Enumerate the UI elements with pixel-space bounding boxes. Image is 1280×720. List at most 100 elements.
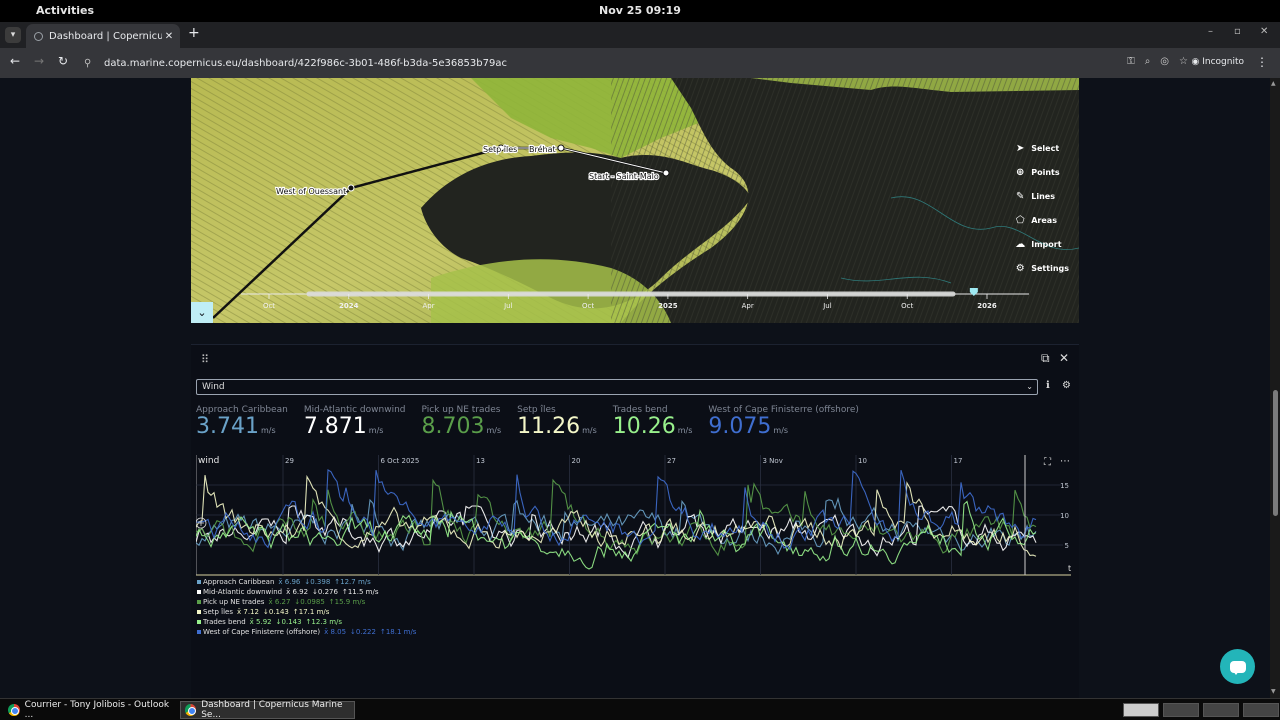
workspace-2[interactable] xyxy=(1163,703,1199,717)
chat-support-button[interactable] xyxy=(1220,649,1255,684)
eye-off-icon[interactable]: ◎ xyxy=(1160,56,1169,67)
scroll-up-icon[interactable]: ▲ xyxy=(1271,80,1276,87)
map-tool-import[interactable]: ☁ Import xyxy=(1014,236,1069,252)
minimize-window-icon[interactable]: – xyxy=(1208,26,1213,37)
wind-map[interactable]: West of Ouessant Setp îles Bréhat Start … xyxy=(191,78,1079,323)
map-tool-select[interactable]: ➤ Select xyxy=(1014,140,1069,156)
close-panel-icon[interactable]: ✕ xyxy=(1059,351,1069,365)
legend-item[interactable]: Setp îles x̄ 7.12 ↓0.143 ↑17.1 m/s xyxy=(197,607,420,617)
close-window-icon[interactable]: ✕ xyxy=(1260,26,1268,37)
legend-swatch xyxy=(197,610,201,614)
variable-select[interactable]: Wind ⌄ xyxy=(196,379,1038,395)
waypoint-marker-brehat[interactable] xyxy=(557,144,565,152)
new-tab-plus-icon[interactable]: + xyxy=(188,25,200,41)
bookmark-star-icon[interactable]: ☆ xyxy=(1179,56,1188,67)
workspace-4[interactable] xyxy=(1243,703,1279,717)
polygon-icon: ⬠ xyxy=(1015,214,1025,226)
os-taskbar: Courrier - Tony Jolibois - Outlook ... D… xyxy=(0,698,1280,720)
timeline-tick-label: Jul xyxy=(503,302,513,310)
system-clock[interactable]: Nov 25 09:19 xyxy=(0,4,1280,17)
taskbar-item-label: Courrier - Tony Jolibois - Outlook ... xyxy=(24,700,170,720)
stat-3: Setp îles 11.26 m/s xyxy=(517,405,597,439)
legend-name: Pick up NE trades xyxy=(203,598,265,606)
map-tool-settings[interactable]: ⚙ Settings xyxy=(1014,260,1069,276)
incognito-indicator[interactable]: ◉ Incognito xyxy=(1192,57,1244,67)
browser-menu-icon[interactable]: ⋮ xyxy=(1256,55,1268,69)
legend-max: ↑18.1 m/s xyxy=(379,628,417,636)
stat-value: 3.741 xyxy=(196,414,259,439)
series-line xyxy=(196,496,1037,556)
taskbar-item-outlook[interactable]: Courrier - Tony Jolibois - Outlook ... xyxy=(4,700,176,720)
legend-min: ↓0.0985 xyxy=(294,598,325,606)
forward-arrow-icon[interactable]: → xyxy=(34,54,44,68)
x-tick-label: 13 xyxy=(476,457,485,465)
workspace-1[interactable] xyxy=(1123,703,1159,717)
legend-name: West of Cape Finisterre (offshore) xyxy=(203,628,321,636)
tab-search-chevron-icon[interactable]: ▾ xyxy=(5,27,21,43)
collapse-map-chevron-icon[interactable]: ⌄ xyxy=(191,302,213,323)
key-icon[interactable]: ⚿ xyxy=(1127,56,1135,67)
info-icon[interactable]: ℹ xyxy=(1046,380,1050,391)
page-scrollbar[interactable]: ▲ ▼ xyxy=(1270,78,1280,698)
map-canvas[interactable]: West of Ouessant Setp îles Bréhat Start … xyxy=(191,78,1079,323)
chrome-icon xyxy=(8,704,20,716)
legend-item[interactable]: West of Cape Finisterre (offshore) x̄ 8.0… xyxy=(197,627,420,637)
url-text: data.marine.copernicus.eu/dashboard/422f… xyxy=(104,57,507,69)
back-arrow-icon[interactable]: ← xyxy=(10,54,20,68)
map-tool-label: Import xyxy=(1031,239,1062,249)
pencil-icon: ✎ xyxy=(1016,190,1025,202)
map-tool-label: Settings xyxy=(1031,263,1069,273)
time-axis-label: t xyxy=(1068,564,1071,573)
stat-2: Pick up NE trades 8.703 m/s xyxy=(422,405,502,439)
timeline-tick-label: Jul xyxy=(822,302,832,310)
drag-handle-icon[interactable]: ⠿ xyxy=(201,353,209,366)
land-wind-streaks xyxy=(611,78,1079,323)
duplicate-panel-icon[interactable]: ⧉ xyxy=(1041,351,1050,366)
reload-icon[interactable]: ↻ xyxy=(58,54,68,68)
variable-select-value: Wind xyxy=(202,382,225,392)
close-tab-icon[interactable]: ✕ xyxy=(162,31,176,42)
zoom-icon[interactable]: ⌕ xyxy=(1145,56,1151,67)
stat-0: Approach Caribbean 3.741 m/s xyxy=(196,405,288,439)
waypoint-marker-start-saint-malo[interactable] xyxy=(662,169,670,177)
legend-swatch xyxy=(197,590,201,594)
site-info-icon[interactable]: ⚲ xyxy=(84,58,98,69)
x-tick-label: 29 xyxy=(285,457,294,465)
chart-title: wind xyxy=(198,456,219,466)
stat-unit: m/s xyxy=(260,426,276,435)
map-tool-label: Lines xyxy=(1031,191,1055,201)
legend-item[interactable]: Mid-Atlantic downwind x̄ 6.92 ↓0.276 ↑11.5 … xyxy=(197,587,420,597)
stat-unit: m/s xyxy=(773,426,789,435)
workspace-3[interactable] xyxy=(1203,703,1239,717)
fullscreen-icon[interactable]: ⛶ xyxy=(1043,457,1052,468)
scrollbar-thumb[interactable] xyxy=(1273,390,1278,516)
map-tool-points[interactable]: ⊕ Points xyxy=(1014,164,1069,180)
address-bar[interactable]: ⚲ data.marine.copernicus.eu/dashboard/42… xyxy=(78,51,1178,75)
stats-row: Approach Caribbean 3.741 m/s Mid-Atlantic d… xyxy=(196,405,875,439)
legend-mean: x̄ 6.27 xyxy=(268,598,291,606)
legend-item[interactable]: Approach Caribbean x̄ 6.96 ↓0.398 ↑12.7 m/s xyxy=(197,577,420,587)
system-top-bar: Activities Nov 25 09:19 xyxy=(0,0,1280,22)
chart-more-icon[interactable]: ⋯ xyxy=(1060,456,1070,467)
taskbar-item-dashboard[interactable]: Dashboard | Copernicus Marine Se... xyxy=(180,700,355,720)
maximize-window-icon[interactable]: ▫ xyxy=(1234,26,1241,37)
chevron-down-icon: ⌄ xyxy=(1026,382,1033,391)
scroll-down-icon[interactable]: ▼ xyxy=(1271,688,1276,695)
legend-swatch xyxy=(197,620,201,624)
map-tool-lines[interactable]: ✎ Lines xyxy=(1014,188,1069,204)
browser-tab-dashboard[interactable]: Dashboard | Copernicus Marine ✕ xyxy=(26,24,180,48)
stat-unit: m/s xyxy=(368,426,384,435)
gear-icon: ⚙ xyxy=(1015,262,1025,274)
map-tool-areas[interactable]: ⬠ Areas xyxy=(1014,212,1069,228)
address-bar-actions: ⚿ ⌕ ◎ ☆ xyxy=(1127,56,1188,67)
legend-item[interactable]: Trades bend x̄ 5.92 ↓0.143 ↑12.3 m/s xyxy=(197,617,420,627)
legend-item[interactable]: Pick up NE trades x̄ 6.27 ↓0.0985 ↑15.9 m/s xyxy=(197,597,420,607)
cursor-icon: ➤ xyxy=(1016,142,1025,154)
stat-value: 11.26 xyxy=(517,414,581,439)
wind-chart[interactable]: wind t 29 6 Oct 2025 13 20 27 3 Nov 10 1751015 … xyxy=(196,453,1076,583)
x-tick-label: 27 xyxy=(667,457,676,465)
legend-max: ↑15.9 m/s xyxy=(328,598,366,606)
waypoint-marker-west-of-ouessant[interactable] xyxy=(347,184,355,192)
legend-max: ↑12.7 m/s xyxy=(334,578,371,586)
panel-settings-gear-icon[interactable]: ⚙ xyxy=(1062,380,1071,391)
